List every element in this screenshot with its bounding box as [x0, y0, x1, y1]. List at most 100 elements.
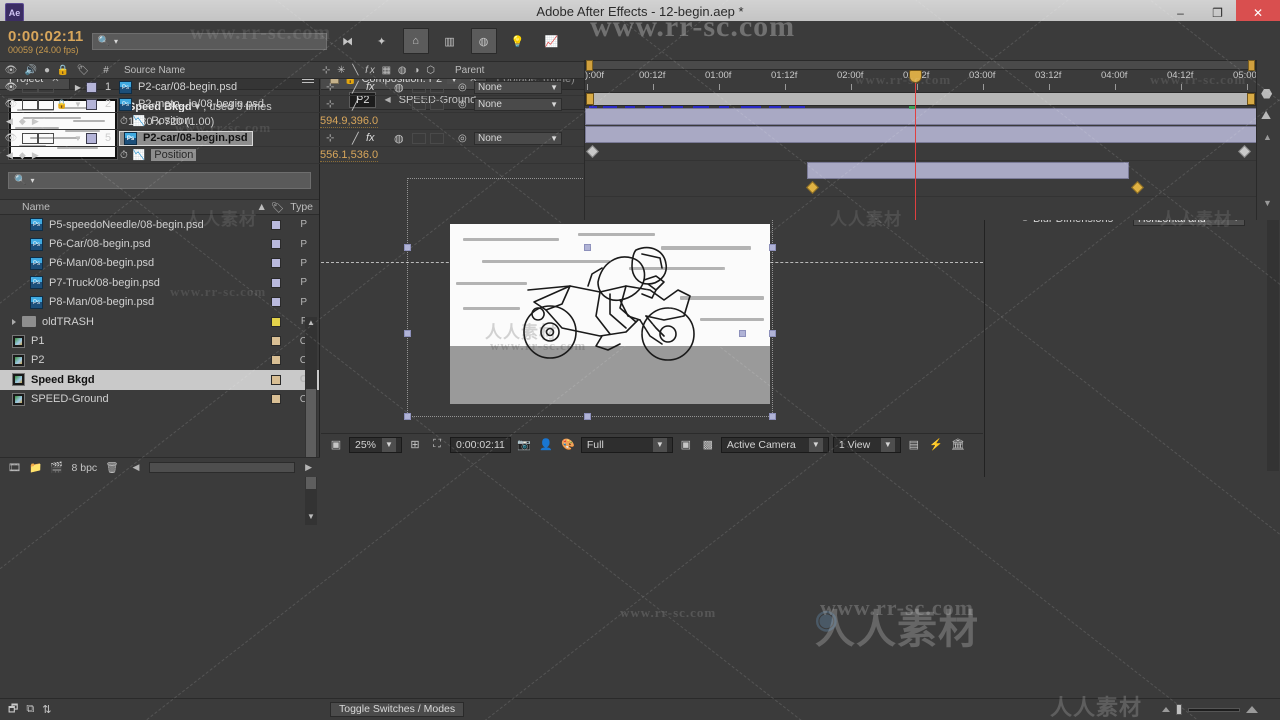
solo-toggle[interactable]: [38, 98, 54, 110]
project-list-item[interactable]: P2 C: [0, 351, 319, 370]
switch-effects-icon[interactable]: fx: [366, 132, 375, 144]
property-value[interactable]: 594.9,396.0: [320, 115, 379, 128]
hide-shy-layers-icon[interactable]: ⌂: [402, 28, 429, 54]
bit-depth-label[interactable]: 8 bpc: [72, 462, 98, 474]
transform-handle[interactable]: [404, 244, 411, 251]
layer-visibility-icon[interactable]: 👁: [0, 82, 22, 93]
current-time-field[interactable]: 0:00:02:11: [450, 436, 511, 453]
column-name[interactable]: Name: [0, 201, 50, 213]
switch-adjustment-toggle[interactable]: [412, 98, 426, 110]
switch-3d-toggle[interactable]: [430, 81, 444, 93]
project-list-item[interactable]: oldTRASH F: [0, 312, 319, 331]
column-source-name[interactable]: Source Name: [118, 65, 185, 76]
grid-guides-icon[interactable]: ⊞: [406, 437, 424, 453]
layer-source-name[interactable]: Ps P2-moto...le/08-begin.psd: [119, 97, 264, 111]
stopwatch-icon[interactable]: ⏱: [120, 150, 133, 161]
layer-source-name[interactable]: Ps P2-car/08-begin.psd: [119, 80, 237, 94]
brainstorm-icon[interactable]: 💡: [505, 28, 531, 54]
sort-arrow-icon[interactable]: ▲: [256, 201, 270, 213]
column-type[interactable]: Type: [290, 201, 319, 213]
switch-motionblur-icon[interactable]: ◍: [394, 132, 404, 145]
project-list-item[interactable]: Speed Bkgd C: [0, 370, 319, 390]
label-color-swatch[interactable]: [271, 277, 281, 288]
label-color-swatch[interactable]: [271, 239, 281, 250]
keyframe-marker[interactable]: [1238, 145, 1251, 158]
transform-handle[interactable]: [769, 330, 776, 337]
composition-mini-flowchart-icon[interactable]: ⧓: [335, 28, 361, 54]
audio-toggle[interactable]: [22, 132, 38, 144]
timeline-search-input[interactable]: 🔍 ▾: [91, 32, 327, 50]
next-keyframe-icon[interactable]: ▶: [32, 150, 39, 161]
transparency-grid-icon[interactable]: ▩: [699, 437, 717, 453]
layer-visibility-icon[interactable]: 👁: [0, 133, 22, 144]
resolution-select[interactable]: Full ▼: [580, 436, 673, 453]
camera-select[interactable]: Active Camera ▼: [720, 436, 829, 453]
label-color-swatch[interactable]: [271, 258, 281, 269]
keyframe-marker[interactable]: [806, 181, 819, 194]
layer-duration-bar[interactable]: [585, 126, 1257, 143]
hscroll-right-icon[interactable]: ▶: [305, 462, 320, 473]
layer-duration-bar[interactable]: [807, 162, 1129, 179]
current-time-indicator[interactable]: [915, 70, 916, 220]
disclosure-triangle-icon[interactable]: [12, 318, 16, 325]
pixel-aspect-correction-icon[interactable]: ▤: [905, 437, 923, 453]
timeline-graph-area[interactable]: ):00f00:12f01:00f01:12f02:00f02:12f03:00…: [584, 60, 1257, 220]
zoom-out-icon[interactable]: [1162, 707, 1170, 712]
work-area-bar[interactable]: [585, 60, 1256, 71]
zoom-in-icon[interactable]: [1246, 706, 1258, 713]
project-list-item[interactable]: Ps P6-Man/08-begin.psd P: [0, 254, 319, 273]
label-color-swatch[interactable]: [271, 336, 281, 347]
parent-select[interactable]: None ▼: [474, 97, 562, 111]
project-list-item[interactable]: SPEED-Ground C: [0, 390, 319, 409]
show-snapshot-icon[interactable]: 👤: [537, 437, 555, 453]
keyframe-track[interactable]: [585, 144, 1256, 161]
label-color-swatch[interactable]: [271, 394, 281, 405]
project-item-list[interactable]: Ps P5-speedoNeedle/08-begin.psd P Ps P6-Car/…: [0, 215, 319, 413]
switch-shy-icon[interactable]: ⊹: [326, 99, 334, 110]
graph-editor-icon[interactable]: 📉: [133, 150, 151, 161]
parent-select[interactable]: None ▼: [474, 80, 562, 94]
graph-editor-icon[interactable]: 📉: [133, 116, 151, 127]
column-parent[interactable]: Parent: [455, 65, 484, 76]
scroll-down-icon[interactable]: ▼: [306, 512, 316, 524]
project-list-item[interactable]: Ps P8-Man/08-begin.psd P: [0, 293, 319, 312]
transform-handle[interactable]: [739, 330, 746, 337]
stopwatch-icon[interactable]: ⏱: [120, 116, 133, 127]
scroll-up-icon[interactable]: ▲: [1263, 132, 1272, 142]
solo-toggle[interactable]: [38, 81, 54, 93]
region-interest-toggle-icon[interactable]: ▣: [677, 437, 695, 453]
solo-toggle[interactable]: [38, 132, 54, 144]
label-color-swatch[interactable]: [271, 219, 281, 230]
disclosure-triangle-icon[interactable]: ▼: [70, 100, 86, 109]
new-comp-icon[interactable]: 🎞: [8, 461, 21, 474]
toggle-switches-modes-button[interactable]: Toggle Switches / Modes: [330, 702, 465, 717]
layer-label-swatch[interactable]: [86, 132, 97, 144]
layer-marker-icon[interactable]: ⛰: [1261, 108, 1271, 123]
keyframe-marker[interactable]: [1131, 181, 1144, 194]
graph-editor-icon[interactable]: 📈: [539, 28, 565, 54]
transform-handle[interactable]: [584, 244, 591, 251]
frame-blending-icon[interactable]: ▥: [437, 28, 463, 54]
label-color-swatch[interactable]: [271, 297, 281, 308]
property-value[interactable]: 556.1,536.0: [320, 149, 379, 162]
new-folder-icon[interactable]: 📁: [29, 461, 42, 474]
layer-label-swatch[interactable]: [86, 98, 97, 110]
current-time-indicator-head[interactable]: [909, 70, 922, 83]
layer-label-swatch[interactable]: [86, 81, 97, 93]
scroll-down-icon[interactable]: ▼: [1263, 198, 1272, 208]
keyframe-navigator[interactable]: ◀ ◆ ▶: [0, 116, 120, 127]
channels-icon[interactable]: 🎨: [559, 437, 577, 453]
disclosure-triangle-icon[interactable]: ▼: [70, 134, 86, 143]
project-list-item[interactable]: Ps P5-speedoNeedle/08-begin.psd P: [0, 215, 319, 234]
comp-marker-icon[interactable]: ⬣: [1261, 86, 1272, 102]
prev-keyframe-icon[interactable]: ◀: [6, 116, 13, 127]
label-color-swatch[interactable]: [271, 316, 281, 327]
parent-pickwhip-icon[interactable]: ◎: [458, 99, 467, 110]
parent-pickwhip-icon[interactable]: ◎: [458, 133, 467, 144]
view-layout-select[interactable]: 1 View ▼: [832, 436, 901, 453]
switch-quality-icon[interactable]: ╱: [352, 98, 359, 111]
layer-visibility-icon[interactable]: 👁: [0, 99, 22, 110]
project-list-item[interactable]: P1 C: [0, 331, 319, 350]
comp-family-icon[interactable]: 🗗: [8, 700, 18, 719]
switch-shy-icon[interactable]: ⊹: [326, 133, 334, 144]
